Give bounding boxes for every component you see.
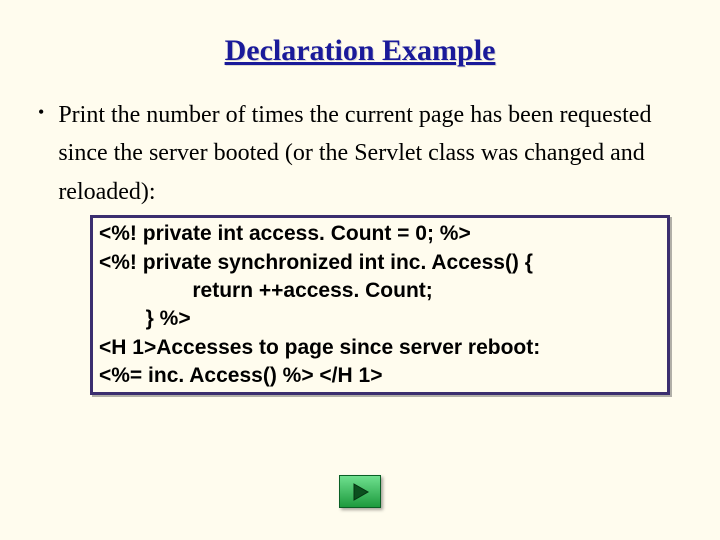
code-line: } %>	[99, 305, 661, 333]
code-line: <%! private synchronized int inc. Access…	[99, 249, 661, 277]
next-slide-button[interactable]	[339, 475, 381, 508]
play-icon	[350, 482, 370, 502]
code-block: <%! private int access. Count = 0; %> <%…	[90, 215, 670, 395]
code-line: <%= inc. Access() %> </H 1>	[99, 362, 661, 390]
code-line: return ++access. Count;	[99, 277, 661, 305]
code-line: <H 1>Accesses to page since server reboo…	[99, 334, 661, 362]
code-line: <%! private int access. Count = 0; %>	[99, 220, 661, 248]
bullet-item: • Print the number of times the current …	[36, 96, 690, 211]
slide: Declaration Example • Print the number o…	[0, 0, 720, 540]
slide-title: Declaration Example	[30, 34, 690, 68]
bullet-marker: •	[38, 96, 44, 128]
bullet-text: Print the number of times the current pa…	[58, 96, 668, 211]
